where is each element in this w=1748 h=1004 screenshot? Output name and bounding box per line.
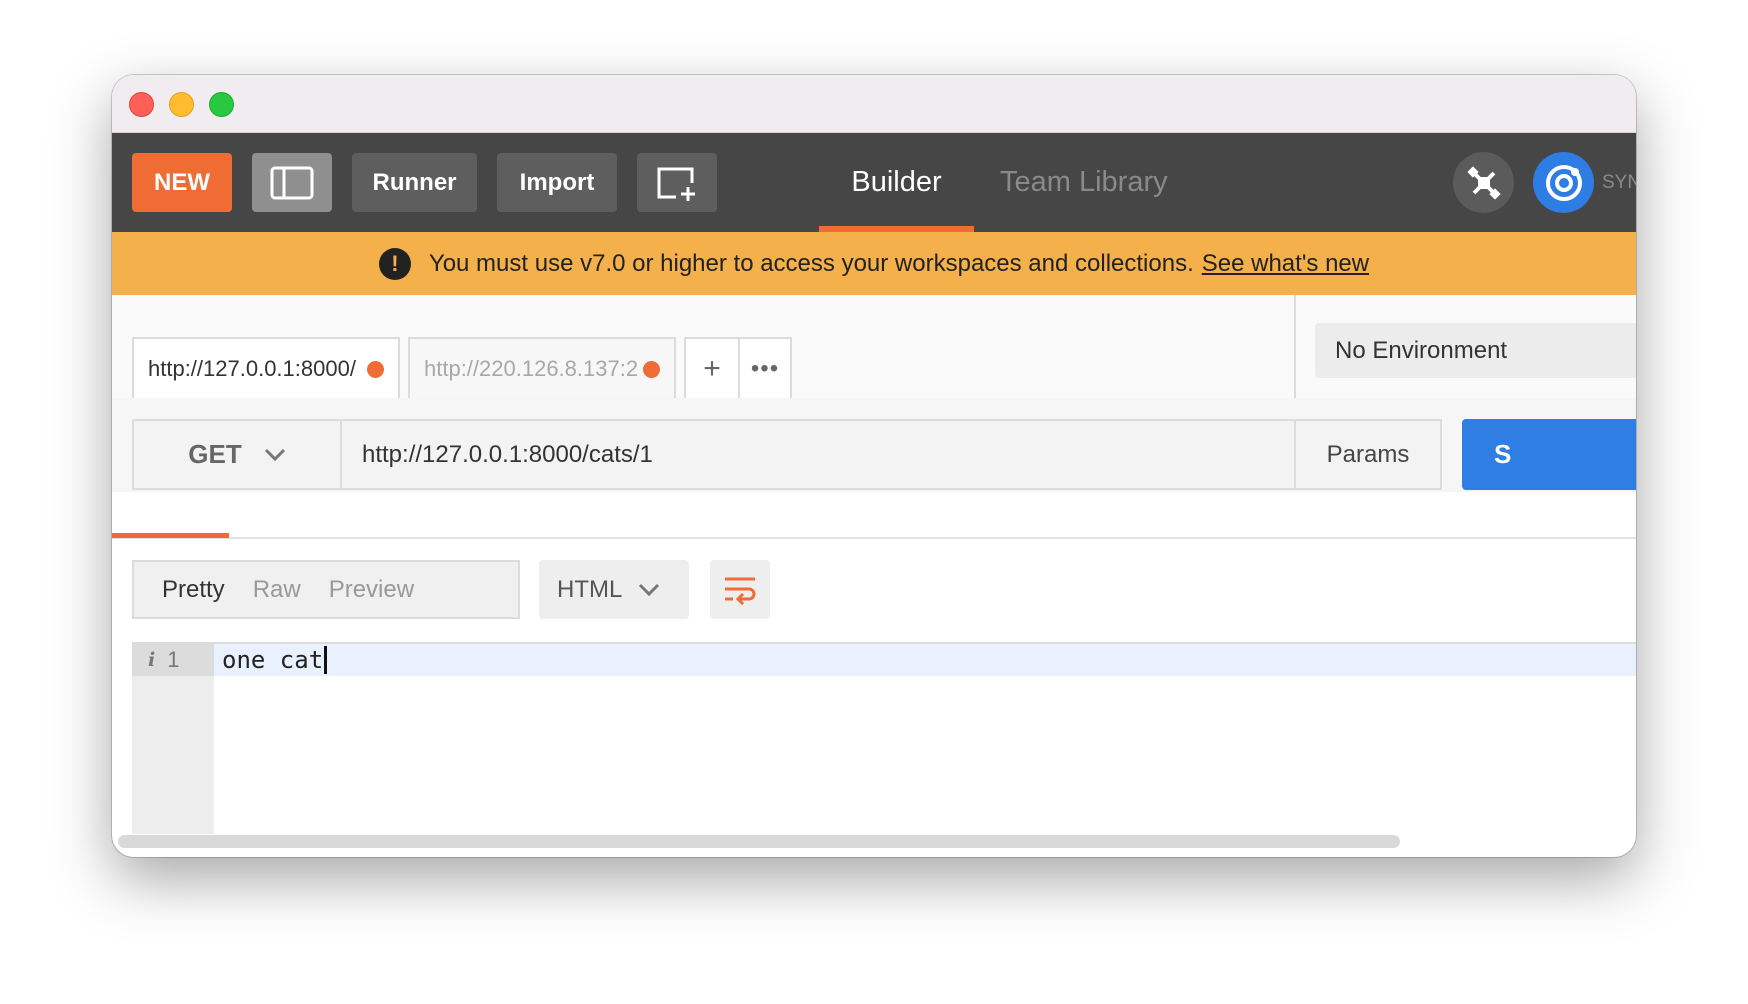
request-tab[interactable]: http://220.126.8.137:2 <box>408 337 676 398</box>
chevron-down-icon <box>264 448 285 461</box>
new-window-button[interactable] <box>637 153 717 212</box>
satellite-icon <box>1466 165 1501 200</box>
add-tab-button[interactable]: + <box>684 337 740 398</box>
close-window-button[interactable] <box>129 92 154 117</box>
method-select[interactable]: GET <box>134 421 342 488</box>
format-select[interactable]: HTML <box>539 560 689 619</box>
sidebar-toggle-icon <box>270 166 314 199</box>
request-bar: GET http://127.0.0.1:8000/cats/1 Params <box>132 419 1442 490</box>
upgrade-banner: ! You must use v7.0 or higher to access … <box>112 232 1636 295</box>
line-number: i 1 <box>132 644 214 676</box>
interceptor-button[interactable] <box>1453 152 1514 213</box>
more-tabs-button[interactable]: ••• <box>738 337 792 398</box>
environment-select[interactable]: No Environment <box>1315 323 1636 378</box>
request-tab-label: http://220.126.8.137:2 <box>424 355 639 381</box>
response-body-editor[interactable]: i 1 one cat <box>132 642 1636 834</box>
text-cursor <box>324 646 328 674</box>
runner-button[interactable]: Runner <box>352 153 477 212</box>
warning-icon: ! <box>378 247 411 280</box>
code-line: one cat <box>222 644 328 676</box>
response-view-tabs: Pretty Raw Preview <box>132 560 520 619</box>
title-bar <box>112 75 1636 133</box>
url-input[interactable]: http://127.0.0.1:8000/cats/1 <box>362 421 653 488</box>
active-line-highlight <box>132 644 1636 676</box>
request-tab[interactable]: http://127.0.0.1:8000/ <box>132 337 400 398</box>
sidebar-toggle-button[interactable] <box>252 153 332 212</box>
minimize-window-button[interactable] <box>169 92 194 117</box>
see-whats-new-link[interactable]: See what's new <box>1202 250 1369 278</box>
method-label: GET <box>188 439 242 469</box>
view-tab-raw[interactable]: Raw <box>225 576 301 604</box>
wrap-lines-button[interactable] <box>710 560 770 619</box>
banner-message: You must use v7.0 or higher to access yo… <box>428 249 1194 277</box>
format-label: HTML <box>557 575 623 603</box>
sync-status-label: SYN <box>1602 171 1636 193</box>
sync-button[interactable] <box>1533 152 1594 213</box>
new-button[interactable]: NEW <box>132 153 232 212</box>
code-line-text: one cat <box>222 646 324 674</box>
unsaved-dot-icon <box>367 361 384 378</box>
line-number-label: 1 <box>167 647 180 672</box>
sync-icon <box>1545 164 1582 201</box>
divider <box>112 537 1636 539</box>
info-icon: i <box>148 649 156 671</box>
tab-team-library[interactable]: Team Library <box>1000 133 1168 232</box>
horizontal-scrollbar[interactable] <box>118 835 1400 848</box>
tab-builder[interactable]: Builder <box>819 133 974 232</box>
chevron-down-icon <box>639 583 660 596</box>
app-window: NEW Runner Import Builder Team Library S… <box>112 75 1636 857</box>
request-row: GET http://127.0.0.1:8000/cats/1 Params … <box>112 398 1636 492</box>
params-button[interactable]: Params <box>1294 421 1440 488</box>
main-toolbar: NEW Runner Import Builder Team Library S… <box>112 133 1636 232</box>
send-button[interactable]: S <box>1462 419 1636 490</box>
request-tab-label: http://127.0.0.1:8000/ <box>148 355 356 381</box>
zoom-window-button[interactable] <box>209 92 234 117</box>
new-window-icon <box>657 167 695 201</box>
divider <box>1294 295 1296 398</box>
import-button[interactable]: Import <box>497 153 617 212</box>
wrap-lines-icon <box>725 577 756 605</box>
response-tab-indicator <box>112 533 229 538</box>
view-tab-preview[interactable]: Preview <box>301 576 414 604</box>
view-tab-pretty[interactable]: Pretty <box>134 576 225 604</box>
unsaved-dot-icon <box>643 361 660 378</box>
request-tabs-bar: http://127.0.0.1:8000/ http://220.126.8.… <box>112 295 1636 400</box>
